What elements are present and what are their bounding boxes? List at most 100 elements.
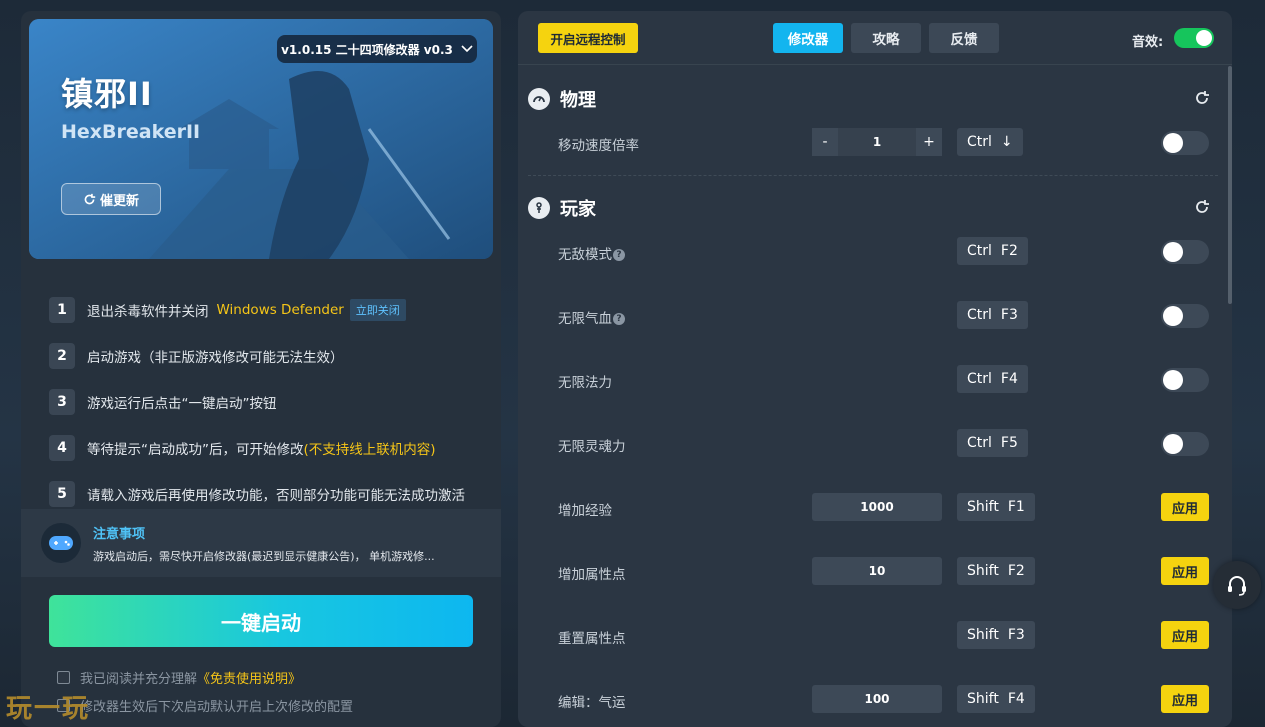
hotkey-modifier: Ctrl	[967, 307, 992, 323]
edit-luck-input[interactable]: 100	[812, 685, 942, 713]
row-move-speed: 移动速度倍率 - 1 + Ctrl ↓	[558, 128, 1218, 158]
speedometer-icon	[528, 88, 550, 110]
customer-support-button[interactable]	[1213, 561, 1261, 609]
hotkey-badge[interactable]: Shift F3	[957, 621, 1035, 649]
toggle-knob	[1163, 306, 1183, 326]
decrement-button[interactable]: -	[812, 128, 838, 156]
one-click-launch-button[interactable]: 一键启动	[49, 595, 473, 647]
section-title: 物理	[560, 90, 596, 111]
agree-text: 我已阅读并充分理解	[80, 672, 198, 687]
chevron-down-icon	[461, 45, 473, 53]
hotkey-modifier: Shift	[967, 627, 999, 643]
row-invincible: 无敌模式? Ctrl F2	[558, 237, 1218, 267]
invincible-toggle[interactable]	[1161, 240, 1209, 264]
notice-text: 游戏启动后，需尽快开启修改器(最迟到显示健康公告)， 单机游戏修...	[93, 549, 435, 563]
tab-trainer[interactable]: 修改器	[773, 23, 843, 53]
row-label: 重置属性点	[558, 631, 626, 647]
instruction-steps: 1 退出杀毒软件并关闭 Windows Defender 立即关闭 2 启动游戏…	[49, 287, 489, 517]
step-number: 4	[49, 435, 75, 461]
section-physics: 物理	[528, 84, 1218, 114]
headset-icon	[1228, 576, 1246, 596]
reset-section-icon[interactable]	[1194, 90, 1210, 110]
help-icon[interactable]: ?	[613, 313, 625, 325]
hotkey-badge[interactable]: Ctrl ↓	[957, 128, 1023, 156]
section-player: 玩家	[528, 193, 1218, 223]
hotkey-key: F3	[1007, 627, 1025, 643]
hotkey-badge[interactable]: Ctrl F4	[957, 365, 1028, 393]
apply-button[interactable]: 应用	[1161, 621, 1209, 649]
hotkey-badge[interactable]: Shift F1	[957, 493, 1035, 521]
row-label: 编辑：气运	[558, 695, 626, 711]
hotkey-badge[interactable]: Ctrl F3	[957, 301, 1028, 329]
version-select[interactable]: v1.0.15 二十四项修改器 v0.3	[277, 35, 477, 63]
increment-button[interactable]: +	[916, 128, 942, 156]
move-speed-toggle[interactable]	[1161, 131, 1209, 155]
step-text: 游戏运行后点击“一键启动”按钮	[87, 396, 277, 412]
step-4: 4 等待提示“启动成功”后，可开始修改 (不支持线上联机内容)	[49, 425, 489, 471]
step-number: 3	[49, 389, 75, 415]
step-3: 3 游戏运行后点击“一键启动”按钮	[49, 379, 489, 425]
close-defender-button[interactable]: 立即关闭	[349, 299, 406, 321]
row-label-text: 无敌模式	[558, 247, 612, 263]
add-attr-input[interactable]: 10	[812, 557, 942, 585]
step-text: 请载入游戏后再使用修改功能，否则部分功能可能无法成功激活	[87, 488, 465, 504]
right-panel: 开启远程控制 修改器 攻略 反馈 音效: 物理 移动速度倍率 - 1 + Ctr…	[518, 11, 1232, 727]
hotkey-badge[interactable]: Shift F2	[957, 557, 1035, 585]
remember-text: 修改器生效后下次启动默认开启上次修改的配置	[80, 700, 354, 715]
hotkey-key: F4	[1000, 371, 1018, 387]
sound-toggle[interactable]	[1174, 28, 1214, 48]
step-text: 等待提示“启动成功”后，可开始修改	[87, 442, 304, 458]
left-panel: v1.0.15 二十四项修改器 v0.3 镇邪II HexBreakerII 催…	[21, 11, 501, 727]
remember-config-row[interactable]: 修改器生效后下次启动默认开启上次修改的配置	[57, 696, 353, 715]
notice-title: 注意事项	[93, 526, 146, 542]
apply-button[interactable]: 应用	[1161, 557, 1209, 585]
request-update-label: 催更新	[99, 193, 139, 209]
row-label: 移动速度倍率	[558, 138, 639, 154]
notice-panel: 注意事项 游戏启动后，需尽快开启修改器(最迟到显示健康公告)， 单机游戏修...	[21, 509, 501, 577]
toggle-knob	[1163, 133, 1183, 153]
row-add-exp: 增加经验 1000 Shift F1 应用	[558, 493, 1218, 523]
hotkey-key: F1	[1007, 499, 1025, 515]
hotkey-badge[interactable]: Ctrl F2	[957, 237, 1028, 265]
step-highlight: (不支持线上联机内容)	[303, 442, 436, 458]
disclaimer-link[interactable]: 《免责使用说明》	[197, 668, 301, 687]
infinite-mp-toggle[interactable]	[1161, 368, 1209, 392]
row-label: 无限法力	[558, 375, 612, 391]
sound-label: 音效:	[1132, 35, 1164, 50]
agree-terms-row[interactable]: 我已阅读并充分理解 《免责使用说明》	[57, 668, 301, 687]
hotkey-modifier: Ctrl	[967, 435, 992, 451]
site-watermark: 玩一玩	[6, 694, 91, 724]
top-bar: 开启远程控制 修改器 攻略 反馈 音效:	[518, 11, 1232, 65]
agree-checkbox[interactable]	[57, 671, 70, 684]
hotkey-modifier: Ctrl	[967, 371, 992, 387]
apply-button[interactable]: 应用	[1161, 685, 1209, 713]
scrollbar[interactable]	[1228, 66, 1232, 304]
hotkey-modifier: Ctrl	[967, 243, 992, 259]
tab-feedback[interactable]: 反馈	[929, 23, 999, 53]
move-speed-value[interactable]: 1	[838, 128, 916, 156]
hotkey-badge[interactable]: Ctrl F5	[957, 429, 1028, 457]
infinite-soul-toggle[interactable]	[1161, 432, 1209, 456]
step-number: 1	[49, 297, 75, 323]
row-infinite-soul: 无限灵魂力 Ctrl F5	[558, 429, 1218, 459]
toggle-knob	[1163, 370, 1183, 390]
add-exp-input[interactable]: 1000	[812, 493, 942, 521]
remote-control-button[interactable]: 开启远程控制	[538, 23, 638, 53]
step-text: 退出杀毒软件并关闭	[87, 304, 209, 320]
help-icon[interactable]: ?	[613, 249, 625, 261]
infinite-hp-toggle[interactable]	[1161, 304, 1209, 328]
section-divider	[528, 175, 1218, 176]
request-update-button[interactable]: 催更新	[61, 183, 161, 215]
apply-button[interactable]: 应用	[1161, 493, 1209, 521]
version-label: v1.0.15 二十四项修改器 v0.3	[281, 42, 453, 57]
row-infinite-hp: 无限气血? Ctrl F3	[558, 301, 1218, 331]
hotkey-key: F5	[1000, 435, 1018, 451]
reset-section-icon[interactable]	[1194, 199, 1210, 219]
tab-guide[interactable]: 攻略	[851, 23, 921, 53]
row-label: 无限灵魂力	[558, 439, 626, 455]
hotkey-badge[interactable]: Shift F4	[957, 685, 1035, 713]
toggle-knob	[1163, 242, 1183, 262]
row-add-attr: 增加属性点 10 Shift F2 应用	[558, 557, 1218, 587]
row-label-text: 无限气血	[558, 311, 612, 327]
row-label: 增加经验	[558, 503, 612, 519]
